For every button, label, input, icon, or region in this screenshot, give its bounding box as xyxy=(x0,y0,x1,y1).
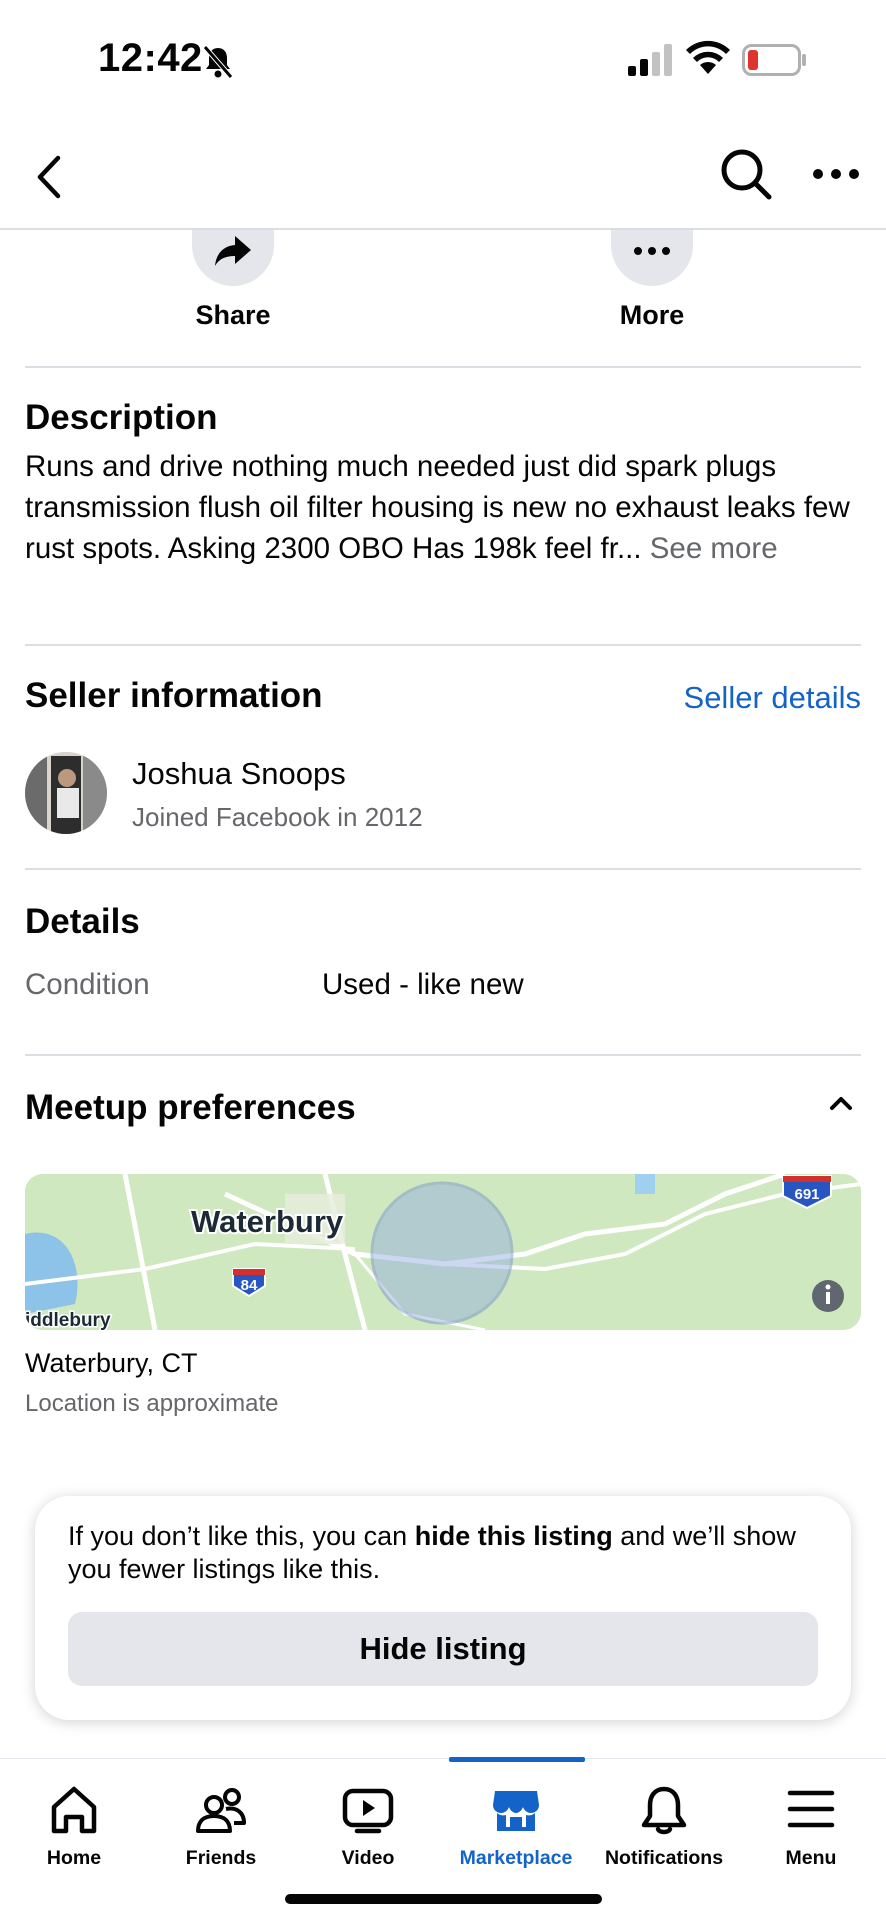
seller-info-title: Seller information xyxy=(25,676,323,715)
cell-signal-icon xyxy=(628,44,672,76)
hide-listing-text: If you don’t like this, you can hide thi… xyxy=(68,1520,828,1586)
tab-video[interactable]: Video xyxy=(294,1759,442,1889)
map-city-label: Waterbury xyxy=(191,1204,344,1239)
tab-home-label: Home xyxy=(46,1847,102,1869)
status-bar: 12:42 xyxy=(0,0,886,120)
divider xyxy=(25,644,861,646)
avatar[interactable] xyxy=(25,752,107,834)
see-more-link[interactable]: See more xyxy=(650,532,778,565)
tab-friends[interactable]: Friends xyxy=(147,1759,295,1889)
condition-label: Condition xyxy=(25,968,150,1001)
tab-marketplace-label: Marketplace xyxy=(459,1847,573,1869)
meetup-title: Meetup preferences xyxy=(25,1088,356,1127)
share-label: Share xyxy=(195,300,271,330)
map-town-label: iddlebury xyxy=(25,1310,111,1330)
more-button[interactable]: More xyxy=(552,230,752,331)
action-row: Share More xyxy=(0,230,886,366)
chevron-up-icon[interactable] xyxy=(828,1094,854,1112)
hide-text-bold: hide this listing xyxy=(414,1521,613,1551)
hide-listing-card: If you don’t like this, you can hide thi… xyxy=(35,1496,851,1720)
location-name: Waterbury, CT xyxy=(25,1348,198,1378)
tab-notifications-label: Notifications xyxy=(604,1847,724,1869)
tab-menu[interactable]: Menu xyxy=(737,1759,885,1889)
bell-icon xyxy=(641,1786,687,1835)
tab-friends-label: Friends xyxy=(185,1847,257,1869)
home-icon xyxy=(51,1786,97,1834)
status-time: 12:42 xyxy=(98,36,203,80)
seller-joined-text: Joined Facebook in 2012 xyxy=(132,802,423,832)
battery-low-icon xyxy=(742,44,806,76)
hide-text-part: If you don’t like this, you can xyxy=(68,1521,415,1551)
tab-menu-label: Menu xyxy=(785,1847,837,1869)
share-button[interactable]: Share xyxy=(133,230,333,331)
map-highway-691: 691 xyxy=(794,1186,819,1203)
friends-icon xyxy=(196,1788,246,1833)
description-text: Runs and drive nothing much needed just … xyxy=(25,446,865,569)
wifi-icon xyxy=(686,40,730,74)
menu-icon xyxy=(787,1790,835,1828)
location-note: Location is approximate xyxy=(25,1390,279,1417)
divider xyxy=(25,868,861,870)
details-title: Details xyxy=(25,902,140,941)
condition-value: Used - like new xyxy=(322,968,524,1001)
marketplace-icon xyxy=(493,1791,539,1831)
tab-home[interactable]: Home xyxy=(0,1759,148,1889)
more-options-icon[interactable] xyxy=(812,166,860,182)
seller-details-link[interactable]: Seller details xyxy=(684,680,861,716)
share-icon xyxy=(192,230,274,286)
search-icon[interactable] xyxy=(718,146,774,202)
nav-header xyxy=(0,120,886,230)
video-icon xyxy=(342,1788,394,1834)
location-map[interactable]: 84 691 Waterbury iddlebury xyxy=(25,1174,861,1330)
tab-marketplace[interactable]: Marketplace xyxy=(442,1759,590,1889)
map-highway-84: 84 xyxy=(241,1277,258,1294)
bell-muted-icon xyxy=(203,45,233,79)
tab-notifications[interactable]: Notifications xyxy=(590,1759,738,1889)
hide-listing-button[interactable]: Hide listing xyxy=(68,1612,818,1686)
back-arrow-icon[interactable] xyxy=(30,150,70,204)
more-dots-icon xyxy=(611,230,693,286)
description-title: Description xyxy=(25,398,218,437)
home-indicator[interactable] xyxy=(285,1894,602,1904)
seller-name[interactable]: Joshua Snoops xyxy=(132,756,346,792)
divider xyxy=(25,366,861,368)
tab-video-label: Video xyxy=(341,1847,395,1869)
more-label: More xyxy=(619,300,685,330)
divider xyxy=(25,1054,861,1056)
